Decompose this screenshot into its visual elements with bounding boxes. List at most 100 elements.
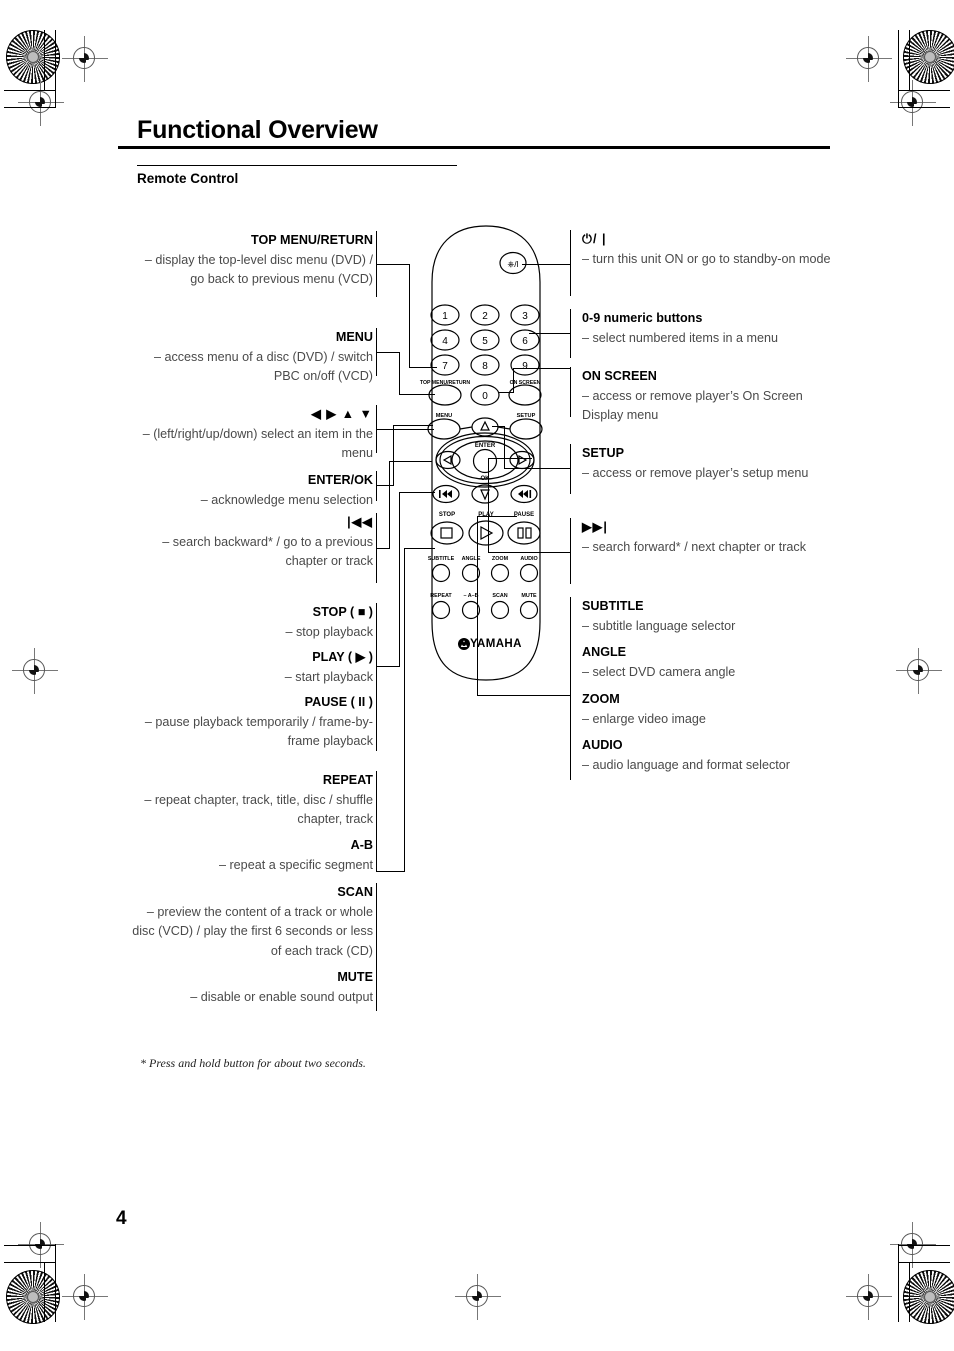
registration-star-bottom-right	[903, 1270, 954, 1324]
callout-desc: – access menu of a disc (DVD) / switch P…	[153, 349, 373, 384]
remote-key-5: 5	[482, 336, 488, 347]
callout-title: ANGLE	[582, 645, 627, 659]
callout-desc: – stop playback	[285, 624, 373, 639]
callout-desc: – search backward* / go to a previous ch…	[162, 534, 373, 569]
crop-mark-bl-v2	[55, 1244, 57, 1322]
callout-title: AUDIO	[582, 738, 623, 752]
registration-crosshair-right-mid	[896, 648, 942, 694]
crop-mark-tr-h2	[899, 107, 950, 109]
remote-label-stop: STOP	[439, 512, 455, 518]
callout-pause: PAUSE ( II ) – pause playback temporaril…	[135, 693, 373, 752]
callout-title: SUBTITLE	[582, 599, 644, 613]
callout-desc: – enlarge video image	[582, 711, 706, 726]
callout-direction-pad: ◀ ▶ ▲ ▼ – (left/right/up/down) select an…	[135, 405, 373, 464]
crop-mark-tl-v1	[44, 30, 46, 90]
registration-crosshair-left-mid	[12, 648, 58, 694]
callout-desc: – audio language and format selector	[582, 757, 790, 772]
callout-title: REPEAT	[322, 773, 373, 787]
remote-key-2: 2	[482, 311, 488, 322]
callout-title: TOP MENU/RETURN	[251, 233, 373, 247]
page-title: Functional Overview	[137, 116, 378, 144]
leader-bar-onscreen	[570, 367, 572, 417]
callout-desc: – select DVD camera angle	[582, 664, 736, 679]
crop-mark-bl-v1	[44, 1262, 46, 1322]
leader-drop-repeat-ab	[404, 548, 406, 872]
crop-mark-bl-h1	[4, 1262, 56, 1264]
leader-line-search-back	[376, 548, 390, 550]
section-title: Remote Control	[137, 171, 239, 186]
remote-label-repeat: REPEAT	[430, 593, 452, 599]
leader-bar-numeric	[570, 309, 572, 358]
registration-crosshair-tr-b	[890, 80, 936, 126]
leader-drop-menu	[399, 352, 401, 395]
footnote: * Press and hold button for about two se…	[140, 1056, 366, 1070]
remote-label-pause: PAUSE	[514, 512, 534, 518]
registration-star-bottom-left	[6, 1270, 60, 1324]
registration-crosshair-bottom-mid	[455, 1274, 501, 1320]
title-rule	[118, 146, 830, 149]
callout-menu: MENU – access menu of a disc (DVD) / swi…	[135, 328, 373, 387]
leader-line-repeat-ab	[376, 871, 405, 873]
callout-title: ▶▶|	[582, 520, 608, 534]
crop-mark-br-v1	[909, 1262, 911, 1322]
section-rule	[137, 165, 457, 167]
callout-desc: – subtitle language selector	[582, 618, 736, 633]
callout-title: |◀◀	[347, 515, 373, 529]
leader-bar-setup	[570, 444, 572, 494]
leader-line-transport	[376, 666, 400, 668]
remote-label-mute: MUTE	[521, 593, 537, 599]
registration-crosshair-tl-a	[62, 36, 108, 82]
page-canvas: Functional Overview Remote Control TOP M…	[0, 0, 954, 1351]
callout-desc: – access or remove player’s On Screen Di…	[582, 388, 803, 423]
callout-power: ⏻/ | – turn this unit ON or go to standb…	[582, 230, 832, 269]
callout-desc: – display the top-level disc menu (DVD) …	[144, 252, 373, 287]
remote-label-subtitle: SUBTITLE	[428, 556, 455, 562]
callout-enter-ok: ENTER/OK – acknowledge menu selection	[135, 471, 373, 510]
remote-label-scan: SCAN	[492, 593, 507, 599]
callout-subtitle: SUBTITLE – subtitle language selector	[582, 597, 832, 636]
crop-mark-br-h2	[899, 1245, 950, 1247]
callout-desc: – pause playback temporarily / frame-by-…	[144, 714, 373, 749]
remote-key-9: 9	[522, 361, 528, 372]
remote-key-3: 3	[522, 311, 528, 322]
leader-line-menu	[376, 352, 400, 354]
callout-title: ⏻/ |	[582, 232, 607, 246]
remote-key-0: 0	[482, 391, 488, 402]
callout-desc: – preview the content of a track or whol…	[132, 904, 373, 958]
callout-desc: – select numbered items in a menu	[582, 330, 779, 345]
callout-desc: – (left/right/up/down) select an item in…	[142, 426, 373, 461]
leader-line-enter	[376, 485, 394, 487]
crop-mark-tl-v2	[55, 30, 57, 108]
callout-title: SCAN	[337, 885, 373, 899]
callout-desc: – acknowledge menu selection	[200, 492, 373, 507]
leader-drop-transport	[399, 492, 401, 667]
callout-play: PLAY ( ▶ ) – start playback	[135, 648, 373, 687]
remote-label-play: PLAY	[478, 512, 493, 518]
crop-mark-tr-h1	[899, 90, 950, 92]
callout-scan: SCAN – preview the content of a track or…	[125, 883, 373, 961]
remote-label-ok: OK	[481, 476, 491, 482]
callout-desc: – repeat a specific segment	[218, 857, 373, 872]
callout-top-menu-return: TOP MENU/RETURN – display the top-level …	[135, 231, 373, 290]
callout-title: STOP ( ■ )	[312, 605, 373, 619]
callout-mute: MUTE – disable or enable sound output	[135, 968, 373, 1007]
leader-bar-avzoom	[570, 597, 572, 780]
callout-desc: – repeat chapter, track, title, disc / s…	[144, 792, 373, 827]
registration-crosshair-bl-b	[62, 1274, 108, 1320]
callout-title: 0-9 numeric buttons	[582, 311, 703, 325]
remote-label-audio: AUDIO	[520, 556, 537, 562]
remote-label-angle: ANGLE	[462, 556, 481, 562]
callout-title: MENU	[335, 330, 373, 344]
remote-label-enter: ENTER	[475, 443, 496, 449]
crop-mark-bl-h2	[4, 1245, 56, 1247]
callout-title: ◀ ▶ ▲ ▼	[311, 407, 373, 421]
leader-line-avzoom	[477, 695, 570, 697]
callout-desc: – disable or enable sound output	[190, 989, 373, 1004]
callout-title: ON SCREEN	[582, 369, 657, 383]
callout-desc: – turn this unit ON or go to standby-on …	[582, 251, 831, 266]
callout-desc: – start playback	[284, 669, 373, 684]
registration-crosshair-tl-b	[18, 80, 64, 126]
callout-title: MUTE	[337, 970, 373, 984]
callout-angle: ANGLE – select DVD camera angle	[582, 643, 832, 682]
registration-star-top-left	[6, 30, 60, 84]
